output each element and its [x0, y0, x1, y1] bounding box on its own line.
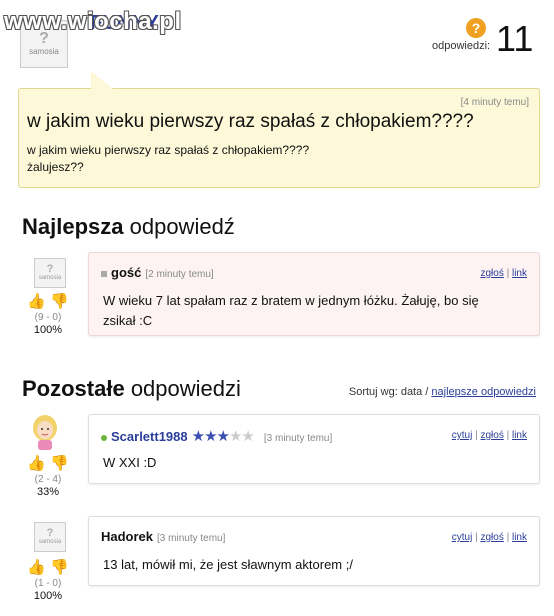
best-author-avatar: ? samosia [34, 258, 66, 288]
question-mark-icon: ? [466, 18, 486, 38]
permalink[interactable]: link [512, 532, 527, 543]
answer-links: zgłoś | link [480, 268, 527, 279]
answer-author[interactable]: Hadorek [101, 529, 153, 544]
question-box: [4 minuty temu] w jakim wieku pierwszy r… [18, 71, 540, 188]
answers-count: 11 [496, 18, 534, 59]
speech-tail [91, 71, 113, 89]
report-link[interactable]: zgłoś [480, 430, 503, 441]
thumb-up-icon[interactable]: 👍 [27, 294, 46, 310]
answer-time: [2 minuty temu] [145, 269, 214, 280]
thumb-up-icon[interactable]: 👍 [27, 456, 46, 472]
permalink[interactable]: link [512, 268, 527, 279]
status-dot-icon [101, 270, 107, 277]
permalink[interactable]: link [512, 430, 527, 441]
best-answer-box: gość [2 minuty temu] zgłoś | link W wieku… [88, 252, 540, 336]
report-link[interactable]: zgłoś [480, 268, 503, 279]
answer-text-line: zsikał :C [103, 313, 153, 328]
answer-vote-column: 👍 👎 (1 - 0) 100% [18, 556, 78, 603]
other-answers-heading: Pozostałe odpowiedzi [22, 376, 241, 401]
vote-percent: 100% [33, 324, 63, 336]
answers-label: odpowiedzi: [432, 40, 491, 52]
answer-header: Hadorek [3 minuty temu] [101, 529, 225, 544]
vote-percent: 100% [33, 590, 63, 602]
sort-label: Sortuj wg: data / [348, 386, 429, 398]
report-link[interactable]: zgłoś [480, 532, 503, 543]
answer-text: W XXI :D [103, 455, 157, 470]
page: ? samosia FUNNY www.wiocha.pl ? odpowiedz… [0, 0, 554, 616]
answer-box: Scarlett1988 ★★★★★ [3 minuty temu] cytuj |… [88, 414, 540, 484]
thumb-down-icon[interactable]: 👎 [50, 456, 69, 472]
answer-header: Scarlett1988 ★★★★★ [3 minuty temu] [101, 427, 332, 445]
answer-text: W wieku 7 lat spałam raz z bratem w jedn… [103, 291, 479, 331]
answer-text: 13 lat, mówił mi, że jest sławnym aktore… [103, 557, 353, 572]
best-vote-column: 👍 👎 (9 - 0) 100% [18, 290, 78, 337]
answer-links: cytuj | zgłoś | link [451, 430, 527, 441]
question-body-line: żalujesz?? [27, 160, 84, 174]
answer-header: gość [2 minuty temu] [101, 265, 214, 280]
answer-box: Hadorek [3 minuty temu] cytuj | zgłoś | l… [88, 516, 540, 586]
sort-control: Sortuj wg: data / najlepsze odpowiedzi [349, 386, 536, 398]
thumb-down-icon[interactable]: 👎 [50, 560, 69, 576]
sort-best-link[interactable]: najlepsze odpowiedzi [431, 386, 536, 398]
user-avatar[interactable]: ? samosia [34, 522, 66, 552]
answer-links: cytuj | zgłoś | link [451, 532, 527, 543]
star-rating: ★★★★★ [191, 428, 255, 445]
question-title: w jakim wieku pierwszy raz spałaś z chło… [27, 111, 474, 132]
thumb-up-icon[interactable]: 👍 [27, 560, 46, 576]
question-time: [4 minuty temu] [460, 97, 529, 108]
answer-vote-column: 👍 👎 (2 - 4) 33% [18, 452, 78, 499]
watermark: www.wiocha.pl [4, 8, 182, 35]
answer-time: [3 minuty temu] [263, 433, 333, 444]
best-answer-heading: Najlepsza odpowiedź [22, 214, 235, 239]
answer-time: [3 minuty temu] [157, 533, 226, 544]
quote-link[interactable]: cytuj [452, 430, 473, 441]
star-icon: ★★ [228, 428, 255, 445]
question-body: w jakim wieku pierwszy raz spałaś z chło… [27, 142, 309, 176]
thumb-down-icon[interactable]: 👎 [50, 294, 69, 310]
vote-score: (9 - 0) [34, 312, 62, 323]
answer-author[interactable]: Scarlett1988 [111, 429, 188, 444]
answer-author: gość [111, 265, 142, 280]
status-dot-icon [101, 434, 107, 441]
answer-text-line: W wieku 7 lat spałam raz z bratem w jedn… [103, 293, 479, 308]
vote-score: (1 - 0) [34, 578, 62, 589]
vote-percent: 33% [36, 486, 60, 498]
quote-link[interactable]: cytuj [452, 532, 473, 543]
user-avatar-blonde[interactable] [30, 414, 60, 450]
star-icon: ★★★ [191, 428, 230, 445]
vote-score: (2 - 4) [34, 474, 62, 485]
question-body-line: w jakim wieku pierwszy raz spałaś z chło… [27, 143, 310, 157]
